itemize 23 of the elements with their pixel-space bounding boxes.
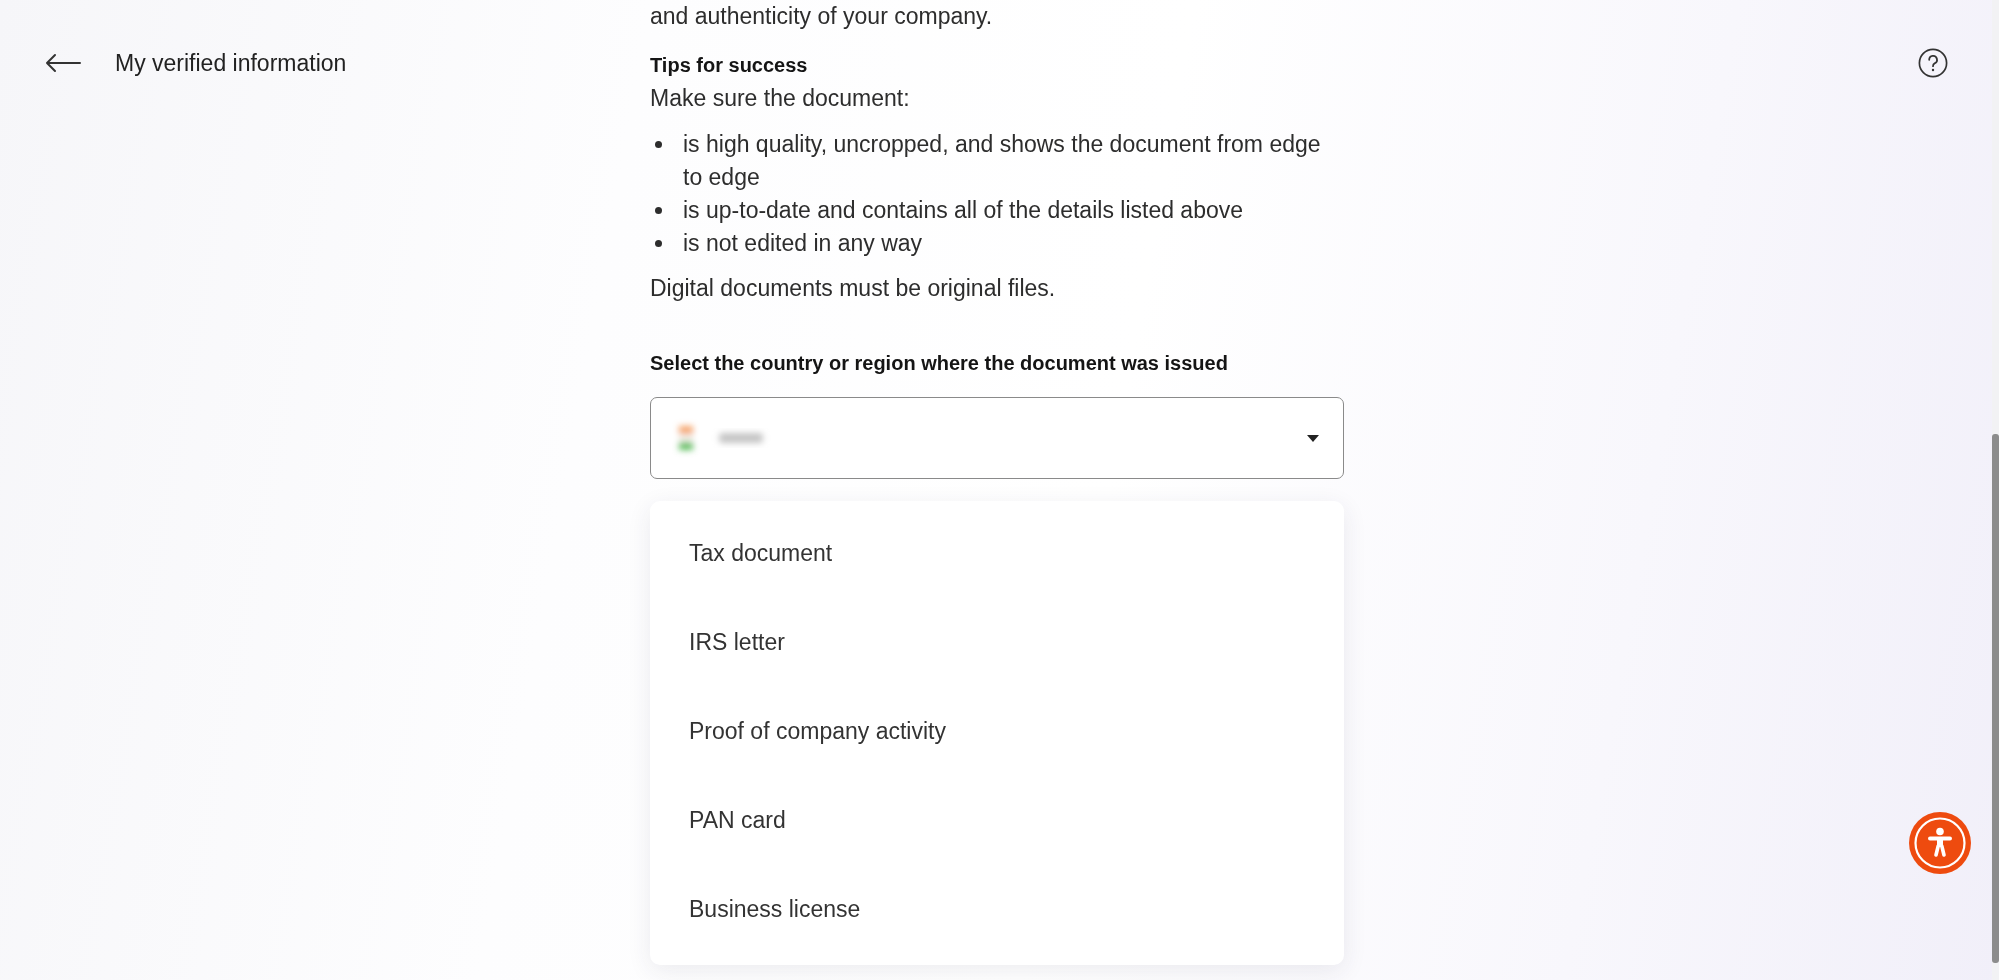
menu-item[interactable]: IRS letter — [650, 598, 1344, 687]
scrollbar-thumb[interactable] — [1992, 434, 1999, 963]
tips-lead-text: Make sure the document: — [650, 84, 911, 113]
page-title: My verified information — [115, 49, 347, 78]
menu-item[interactable]: PAN card — [650, 776, 1344, 865]
bullet-icon — [655, 207, 662, 214]
scrollbar[interactable] — [1992, 0, 1999, 980]
menu-item[interactable]: Proof of company activity — [650, 687, 1344, 776]
back-arrow-icon[interactable] — [45, 53, 81, 73]
help-icon[interactable] — [1918, 48, 1948, 78]
menu-item[interactable]: Business license — [650, 865, 1344, 954]
tip-text: is not edited in any way — [683, 229, 923, 258]
note-text: Digital documents must be original files. — [650, 274, 1057, 303]
bullet-icon — [655, 240, 662, 247]
menu-item[interactable]: Tax document — [650, 509, 1344, 598]
bullet-icon — [655, 141, 662, 148]
intro-text: and authenticity of your company. — [650, 2, 994, 31]
tips-heading: Tips for success — [650, 53, 809, 78]
caret-icon — [1307, 434, 1319, 442]
tip-text: is up-to-date and contains all of the details listed above — [683, 196, 1244, 225]
country-select[interactable] — [650, 397, 1344, 479]
field-label: Select the country or region where the document was issued — [650, 351, 1229, 376]
accessibility-icon[interactable] — [1909, 812, 1971, 874]
